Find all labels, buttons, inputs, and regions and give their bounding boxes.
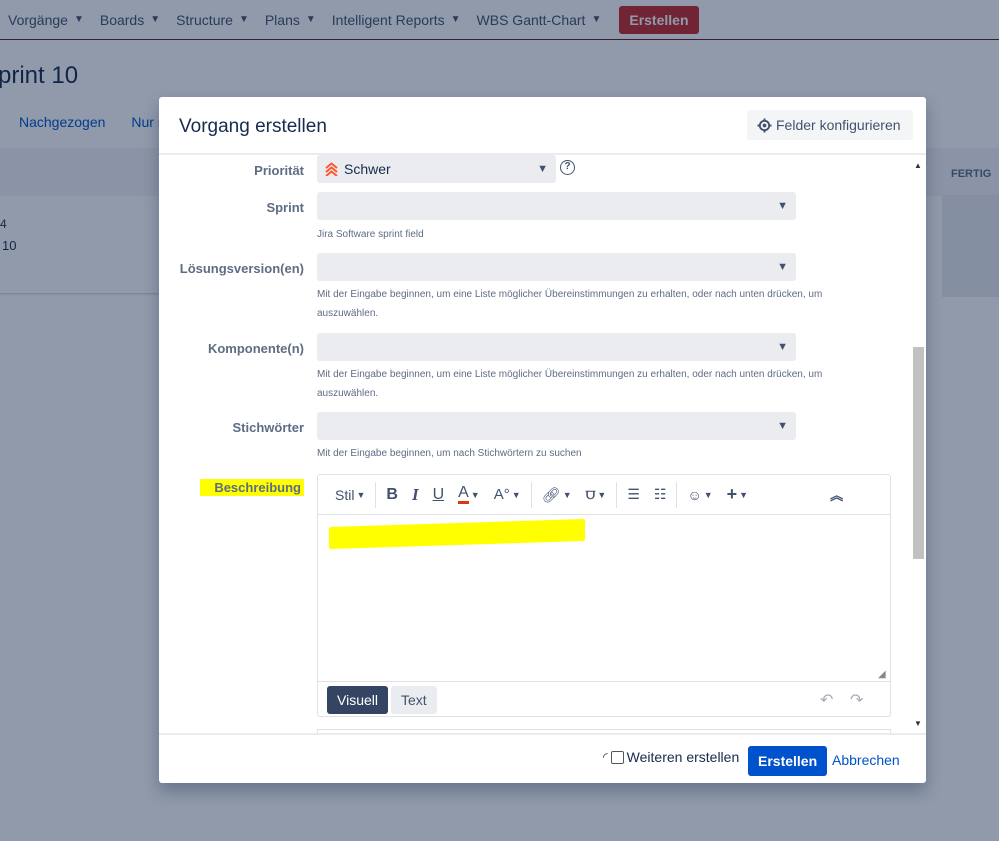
chevron-down-icon: ▼ [511,489,521,500]
redo-icon[interactable]: ↷ [850,690,863,710]
bullet-list-icon: ☰ [627,486,640,502]
toolbar-divider [375,481,377,508]
emoji-button[interactable]: ☺ ▼ [680,475,719,515]
attachment-icon: ⩌ [585,486,596,503]
sprint-select[interactable]: ▼ [317,192,796,220]
create-another-label: Weiteren erstellen [626,749,740,765]
plus-icon: + [726,484,738,504]
chevron-down-icon: ▼ [739,489,749,500]
dialog-scrollbar[interactable]: ▲ ▼ [910,155,926,733]
style-label: Stil [335,486,355,503]
more-formatting-button[interactable]: A° ▼ [487,475,528,515]
resize-handle-icon[interactable]: ◢ [878,669,886,680]
chevron-down-icon: ▼ [777,420,788,432]
create-another-option[interactable]: ◜ Weiteren erstellen [603,749,739,765]
insert-more-button[interactable]: + ▼ [720,475,755,515]
component-help: Mit der Eingabe beginnen, um eine Liste … [317,369,823,399]
configure-fields-label: Felder konfigurieren [776,117,901,133]
create-issue-dialog: Vorgang erstellen Felder konfigurieren P… [159,97,926,783]
scroll-down-icon[interactable]: ▼ [914,719,922,728]
description-label: Beschreibung [164,479,304,496]
description-editor: Stil ▼ B I U A ▼ A° ▼ 🔗︎ ▼ ⩌ ▼ ☰ ☷ ☺ ▼ + ▼ ︽ [317,474,891,717]
text-mode-tab[interactable]: Text [391,686,437,714]
italic-button[interactable]: I [405,475,426,515]
undo-icon[interactable]: ↶ [820,690,833,710]
priority-select[interactable]: Schwer ▼ [317,155,556,183]
gear-icon [757,117,772,133]
cancel-button[interactable]: Abbrechen [832,752,900,768]
scroll-thumb[interactable] [913,347,924,559]
highlight-redaction [329,518,585,550]
editor-toolbar: Stil ▼ B I U A ▼ A° ▼ 🔗︎ ▼ ⩌ ▼ ☰ ☷ ☺ ▼ + ▼ ︽ [318,475,890,515]
toolbar-divider [616,481,618,508]
priority-label: Priorität [254,163,304,178]
double-chevron-up-icon: ︽ [830,488,844,503]
component-label: Komponente(n) [207,341,304,356]
link-button[interactable]: 🔗︎ ▼ [535,475,579,515]
collapse-toolbar-button[interactable]: ︽ [823,475,850,515]
dialog-footer: ◜ Weiteren erstellen Erstellen Abbrechen [159,733,926,783]
labels-help: Mit der Eingabe beginnen, um nach Stichw… [317,448,582,459]
create-another-checkbox[interactable] [610,750,624,764]
help-icon[interactable]: ? [560,160,575,175]
priority-high-icon [325,162,338,176]
text-color-icon: A [458,485,469,504]
dialog-body[interactable]: Priorität Schwer ▼ ? Sprint ▼ Jira Softw… [159,155,926,733]
numbered-list-icon: ☷ [653,486,667,502]
chevron-down-icon: ▼ [537,163,548,175]
editor-mode-bar: Visuell Text ↶ ↷ [318,681,890,717]
fix-version-help: Mit der Eingabe beginnen, um eine Liste … [317,289,823,319]
chevron-down-icon: ▼ [777,341,788,353]
toolbar-divider [530,481,532,508]
text-color-button[interactable]: A ▼ [451,475,487,515]
chevron-down-icon: ▼ [597,489,607,500]
dialog-header: Vorgang erstellen Felder konfigurieren [159,97,926,155]
labels-label: Stichwörter [232,420,304,435]
priority-value-text: Schwer [344,161,391,177]
chevron-down-icon: ▼ [470,489,480,500]
link-icon: 🔗︎ [541,486,561,504]
dialog-title: Vorgang erstellen [179,116,327,137]
description-textarea[interactable]: ◢ [318,515,890,681]
chevron-down-icon: ▼ [777,261,788,273]
labels-select[interactable]: ▼ [317,412,796,440]
priority-value: Schwer [325,161,391,177]
fix-version-select[interactable]: ▼ [317,253,796,281]
chevron-down-icon: ▼ [356,489,366,500]
visual-mode-tab[interactable]: Visuell [327,686,388,714]
sprint-help: Jira Software sprint field [317,229,424,240]
attachment-button[interactable]: ⩌ ▼ [579,475,614,515]
text-effects-icon: A° [493,486,510,503]
toolbar-divider [676,481,678,508]
component-select[interactable]: ▼ [317,333,796,361]
numbered-list-button[interactable]: ☷ [647,475,674,515]
scroll-up-icon[interactable]: ▲ [914,161,922,170]
style-dropdown[interactable]: Stil ▼ [328,475,372,515]
create-button[interactable]: Erstellen [748,746,828,776]
emoji-icon: ☺ [687,486,702,503]
chevron-down-icon: ▼ [777,200,788,212]
fix-version-label: Lösungsversion(en) [179,261,304,276]
chevron-down-icon: ▼ [562,489,572,500]
chevron-down-icon: ▼ [703,489,713,500]
bold-button[interactable]: B [379,475,405,515]
sprint-label: Sprint [266,200,304,215]
configure-fields-button[interactable]: Felder konfigurieren [747,110,913,140]
bullet-list-button[interactable]: ☰ [620,475,647,515]
underline-button[interactable]: U [426,475,452,515]
loading-spinner-icon: ◜ [603,750,608,764]
description-label-text: Beschreibung [200,479,304,496]
